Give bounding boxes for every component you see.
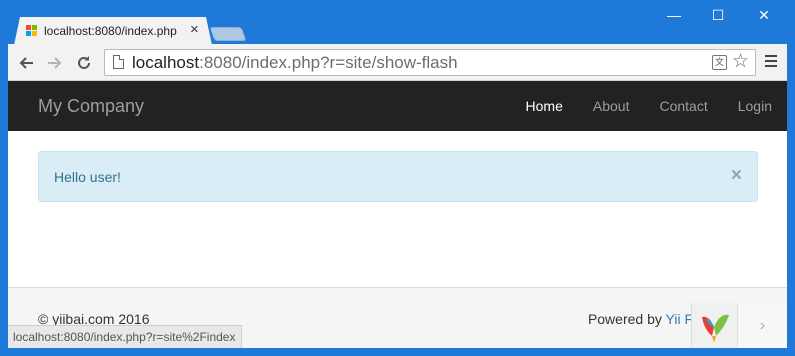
brand-link[interactable]: My Company [38,96,144,117]
nav-item-login[interactable]: Login [723,81,787,131]
forward-arrow-icon[interactable] [44,52,66,74]
nav-menu: Home About Contact Login [511,81,787,131]
tab-title: localhost:8080/index.php [44,24,177,38]
alert-message: Hello user! [54,169,121,185]
nav-item-contact[interactable]: Contact [644,81,722,131]
nav-item-home[interactable]: Home [511,81,578,131]
powered-by-text: Powered by Yii F [587,311,693,327]
window-bottom-border [8,348,787,356]
browser-toolbar: localhost:8080/index.php?r=site/show-fla… [8,44,787,81]
url-text[interactable]: localhost:8080/index.php?r=site/show-fla… [132,53,458,73]
tab-close-icon[interactable]: × [190,22,199,38]
page-icon [113,55,124,69]
page-viewport: My Company Home About Contact Login Hell… [8,81,787,348]
status-bar: localhost:8080/index.php?r=site%2Findex [8,325,243,348]
site-navbar: My Company Home About Contact Login [8,81,787,131]
browser-tab[interactable]: localhost:8080/index.php × [14,17,212,45]
flash-alert: Hello user! × [38,151,758,202]
yii-logo[interactable] [691,303,737,348]
alert-close-icon[interactable]: × [731,166,742,186]
maximize-button[interactable]: ☐ [696,0,740,30]
minimize-button[interactable]: — [652,0,696,30]
menu-icon[interactable] [765,55,777,69]
scroll-next-button[interactable]: › [737,303,787,348]
address-bar[interactable]: localhost:8080/index.php?r=site/show-fla… [104,49,756,76]
translate-icon[interactable]: 文 [712,55,727,70]
browser-window: localhost:8080/index.php × — ☐ ✕ localho… [0,0,795,356]
close-window-button[interactable]: ✕ [742,0,786,30]
nav-item-about[interactable]: About [578,81,645,131]
reload-icon[interactable] [73,52,95,74]
new-tab-button[interactable] [209,27,247,41]
title-bar: localhost:8080/index.php × — ☐ ✕ [0,0,795,45]
favicon-icon [26,25,38,37]
star-icon[interactable]: ☆ [732,51,749,73]
back-arrow-icon[interactable] [15,52,37,74]
yii-framework-link[interactable]: Yii F [666,311,693,327]
